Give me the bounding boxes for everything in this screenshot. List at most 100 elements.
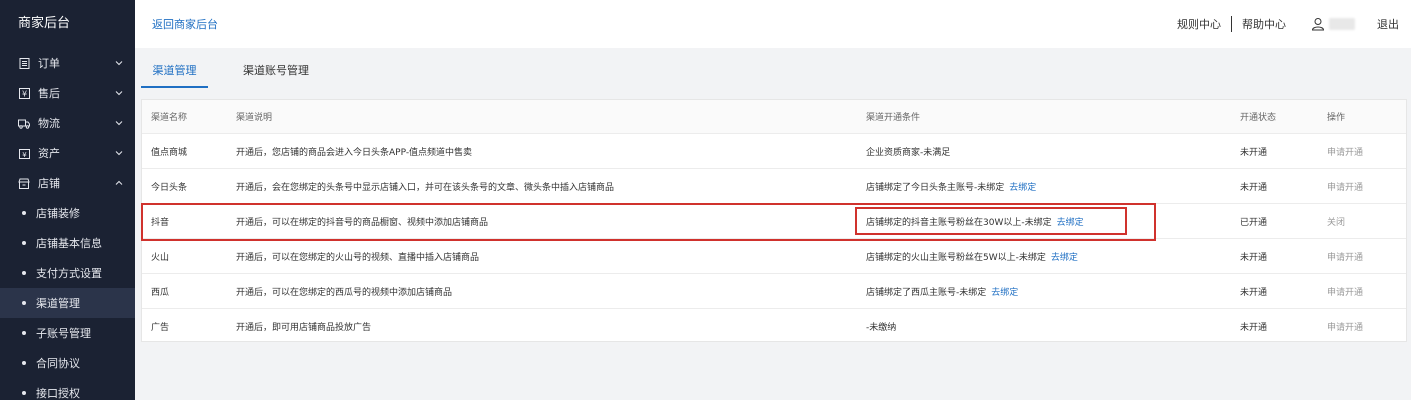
back-to-merchant-link[interactable]: 返回商家后台 <box>152 16 218 32</box>
channel-name: 值点商城 <box>151 147 188 158</box>
channel-name: 今日头条 <box>151 182 188 193</box>
sidebar-item-channel-management[interactable]: 渠道管理 <box>0 288 135 318</box>
top-header: 返回商家后台 规则中心 帮助中心 退出 <box>135 0 1411 48</box>
order-icon <box>18 57 30 69</box>
apply-open-button[interactable]: 申请开通 <box>1327 274 1363 308</box>
highlight-box-douyin-condition <box>855 207 1127 235</box>
bullet-dot <box>22 391 26 395</box>
rules-center-link[interactable]: 规则中心 <box>1177 16 1221 32</box>
column-header: 渠道名称 <box>151 113 188 123</box>
go-bind-link[interactable]: 去绑定 <box>1051 250 1078 263</box>
bullet-dot <box>22 211 26 215</box>
sidebar-item-payment-settings[interactable]: 支付方式设置 <box>0 258 135 288</box>
menu-label: 订单 <box>38 57 60 70</box>
apply-open-button[interactable]: 申请开通 <box>1327 134 1363 168</box>
bullet-dot <box>22 301 26 305</box>
column-header: 渠道说明 <box>236 113 273 123</box>
tab-channel-account-management[interactable]: 渠道账号管理 <box>231 56 321 88</box>
column-header: 渠道开通条件 <box>866 113 921 123</box>
channel-status: 未开通 <box>1240 147 1268 158</box>
sidebar-item-label: 合同协议 <box>36 357 80 370</box>
bullet-dot <box>22 241 26 245</box>
menu-label: 售后 <box>38 87 60 100</box>
menu-label: 店铺 <box>38 177 60 190</box>
channel-condition: -未缴纳 <box>866 309 896 344</box>
channel-description: 开通后，会在您绑定的头条号中显示店铺入口，并可在该头条号的文章、微头条中插入店铺… <box>236 182 615 193</box>
username-redacted <box>1329 18 1355 30</box>
tab-bar: 渠道管理 渠道账号管理 <box>141 56 321 88</box>
condition-text: -未缴纳 <box>866 323 897 333</box>
menu-order[interactable]: 订单 <box>0 48 135 78</box>
sidebar-item-api-auth[interactable]: 接口授权 <box>0 378 135 400</box>
channel-description: 开通后，可以在您绑定的西瓜号的视频中添加店铺商品 <box>236 287 453 298</box>
sidebar-item-label: 子账号管理 <box>36 327 91 340</box>
sidebar-item-label: 支付方式设置 <box>36 267 102 280</box>
svg-text:¥: ¥ <box>21 89 26 98</box>
menu-label: 资产 <box>38 147 60 160</box>
bullet-dot <box>22 271 26 275</box>
channel-name: 火山 <box>151 252 170 263</box>
store-icon <box>18 177 30 189</box>
chevron-down-icon <box>115 119 123 127</box>
column-header: 操作 <box>1327 113 1346 123</box>
channel-description: 开通后，您店铺的商品会进入今日头条APP-值点频道中售卖 <box>236 147 473 158</box>
header-actions: 规则中心 帮助中心 退出 <box>1177 0 1411 48</box>
go-bind-link[interactable]: 去绑定 <box>1009 180 1036 193</box>
table-header: 渠道名称 渠道说明 渠道开通条件 开通状态 操作 <box>142 100 1406 134</box>
sidebar-item-sub-accounts[interactable]: 子账号管理 <box>0 318 135 348</box>
channel-condition: 店铺绑定了今日头条主账号-未绑定 去绑定 <box>866 169 1036 203</box>
table-row: 广告 开通后，即可用店铺商品投放广告 -未缴纳 未开通 申请开通 <box>142 309 1406 344</box>
after-sale-icon: ¥ <box>18 87 30 99</box>
channel-description: 开通后，即可用店铺商品投放广告 <box>236 323 372 333</box>
column-header: 开通状态 <box>1240 113 1277 123</box>
svg-text:¥: ¥ <box>22 151 27 159</box>
sidebar-item-contracts[interactable]: 合同协议 <box>0 348 135 378</box>
bullet-dot <box>22 361 26 365</box>
chevron-down-icon <box>115 89 123 97</box>
menu-after-sale[interactable]: ¥ 售后 <box>0 78 135 108</box>
user-icon <box>1311 17 1325 31</box>
go-bind-link[interactable]: 去绑定 <box>991 285 1018 298</box>
table-row: 今日头条 开通后，会在您绑定的头条号中显示店铺入口，并可在该头条号的文章、微头条… <box>142 169 1406 204</box>
close-button[interactable]: 关闭 <box>1327 204 1345 238</box>
asset-icon: ¥ <box>18 147 30 159</box>
sidebar-item-store-decoration[interactable]: 店铺装修 <box>0 198 135 228</box>
condition-text: 店铺绑定的火山主账号粉丝在5W以上-未绑定 <box>866 252 1046 263</box>
menu-label: 物流 <box>38 117 60 130</box>
channel-condition: 企业资质商家-未满足 <box>866 134 950 168</box>
channel-status: 未开通 <box>1240 182 1268 193</box>
channel-status: 未开通 <box>1240 252 1268 263</box>
channel-status: 未开通 <box>1240 323 1268 333</box>
menu-logistics[interactable]: 物流 <box>0 108 135 138</box>
sidebar-item-label: 渠道管理 <box>36 297 80 310</box>
brand-title: 商家后台 <box>18 16 71 31</box>
logistics-icon <box>18 117 30 129</box>
condition-text: 店铺绑定了西瓜主账号-未绑定 <box>866 287 987 298</box>
channel-status: 未开通 <box>1240 287 1268 298</box>
channel-status: 已开通 <box>1240 217 1268 228</box>
apply-open-button[interactable]: 申请开通 <box>1327 169 1363 203</box>
sidebar-item-label: 接口授权 <box>36 387 80 400</box>
sidebar-item-label: 店铺装修 <box>36 207 80 220</box>
apply-open-button[interactable]: 申请开通 <box>1327 309 1363 344</box>
sidebar: 商家后台 订单 ¥ 售后 物流 ¥ 资产 店铺 店铺装修 店铺基本信息 支付方式… <box>0 0 135 400</box>
logout-link[interactable]: 退出 <box>1377 16 1399 32</box>
table-row: 西瓜 开通后，可以在您绑定的西瓜号的视频中添加店铺商品 店铺绑定了西瓜主账号-未… <box>142 274 1406 309</box>
chevron-down-icon <box>115 59 123 67</box>
channel-name: 广告 <box>151 323 170 333</box>
bullet-dot <box>22 331 26 335</box>
user-menu[interactable] <box>1311 17 1355 31</box>
channel-name: 西瓜 <box>151 287 170 298</box>
chevron-up-icon <box>115 179 123 187</box>
sidebar-item-store-basic-info[interactable]: 店铺基本信息 <box>0 228 135 258</box>
channel-condition: 店铺绑定了西瓜主账号-未绑定 去绑定 <box>866 274 1018 308</box>
menu-asset[interactable]: ¥ 资产 <box>0 138 135 168</box>
menu-store[interactable]: 店铺 <box>0 168 135 198</box>
chevron-down-icon <box>115 149 123 157</box>
channel-condition: 店铺绑定的火山主账号粉丝在5W以上-未绑定 去绑定 <box>866 239 1078 273</box>
table-row: 火山 开通后，可以在您绑定的火山号的视频、直播中插入店铺商品 店铺绑定的火山主账… <box>142 239 1406 274</box>
tab-channel-management[interactable]: 渠道管理 <box>141 56 208 88</box>
help-center-link[interactable]: 帮助中心 <box>1242 16 1286 32</box>
divider <box>1231 16 1232 32</box>
apply-open-button[interactable]: 申请开通 <box>1327 239 1363 273</box>
